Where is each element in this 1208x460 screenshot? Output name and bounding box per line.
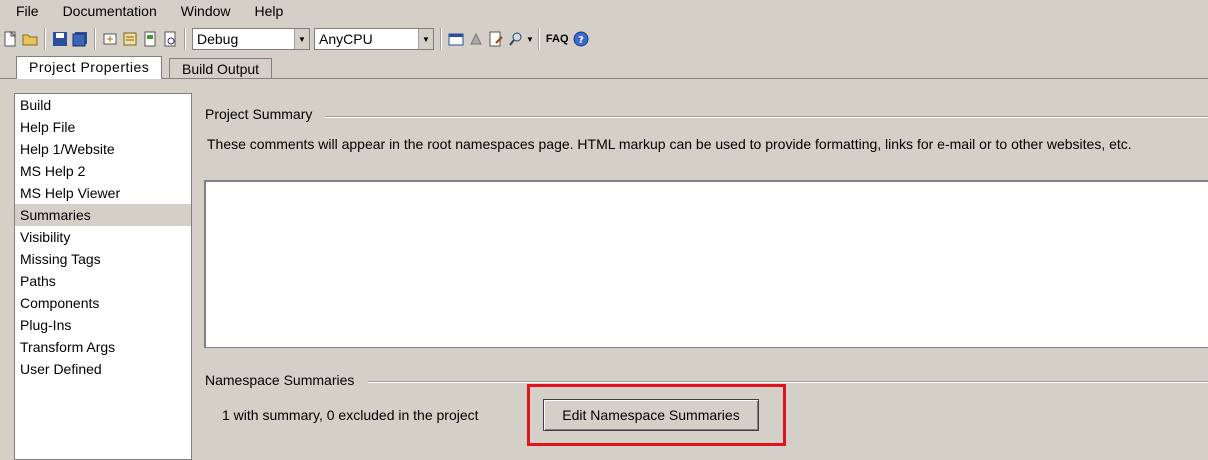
nav-item-summaries[interactable]: Summaries bbox=[15, 204, 191, 226]
edit-document-icon[interactable] bbox=[487, 30, 505, 48]
tab-project-properties[interactable]: Project Properties bbox=[16, 56, 163, 79]
view-help-icon[interactable] bbox=[161, 30, 179, 48]
nav-item-build[interactable]: Build bbox=[15, 94, 191, 116]
project-summary-textarea[interactable] bbox=[204, 180, 1208, 348]
menu-documentation[interactable]: Documentation bbox=[47, 0, 165, 23]
nav-item-plug-ins[interactable]: Plug-Ins bbox=[15, 314, 191, 336]
namespace-count-text: 1 with summary, 0 excluded in the projec… bbox=[222, 407, 479, 423]
faq-button[interactable]: FAQ bbox=[546, 33, 569, 45]
toolbar-separator bbox=[44, 28, 46, 50]
platform-value: AnyCPU bbox=[319, 31, 373, 47]
nav-item-visibility[interactable]: Visibility bbox=[15, 226, 191, 248]
toolbar-separator bbox=[184, 28, 186, 50]
highlight-box bbox=[527, 384, 786, 446]
toolbar-separator bbox=[537, 28, 540, 50]
menu-file[interactable]: File bbox=[0, 0, 47, 23]
menu-window[interactable]: Window bbox=[165, 0, 239, 23]
namespace-summaries-title: Namespace Summaries bbox=[205, 372, 355, 388]
chevron-down-icon: ▼ bbox=[418, 29, 433, 49]
property-page-list: Build Help File Help 1/Website MS Help 2… bbox=[14, 93, 192, 460]
configuration-value: Debug bbox=[197, 31, 239, 47]
nav-item-transform-args[interactable]: Transform Args bbox=[15, 336, 191, 358]
tab-build-output[interactable]: Build Output bbox=[169, 58, 273, 78]
nav-item-paths[interactable]: Paths bbox=[15, 270, 191, 292]
clean-icon[interactable] bbox=[467, 30, 485, 48]
document-icon[interactable] bbox=[141, 30, 159, 48]
search-icon[interactable] bbox=[507, 30, 525, 48]
properties-icon[interactable] bbox=[121, 30, 139, 48]
toolbar: Debug ▼ AnyCPU ▼ ▼ FAQ ? bbox=[0, 24, 1208, 54]
calendar-icon[interactable] bbox=[447, 30, 465, 48]
nav-item-user-defined[interactable]: User Defined bbox=[15, 358, 191, 380]
project-summary-title: Project Summary bbox=[205, 106, 313, 122]
nav-item-missing-tags[interactable]: Missing Tags bbox=[15, 248, 191, 270]
group-divider bbox=[325, 116, 1208, 118]
chevron-down-icon[interactable]: ▼ bbox=[526, 35, 534, 44]
document-tabs: Project Properties Build Output bbox=[0, 56, 1208, 79]
toolbar-separator bbox=[94, 28, 96, 50]
nav-item-help1-website[interactable]: Help 1/Website bbox=[15, 138, 191, 160]
configuration-select[interactable]: Debug ▼ bbox=[192, 28, 310, 50]
help-icon[interactable]: ? bbox=[572, 30, 590, 48]
nav-item-components[interactable]: Components bbox=[15, 292, 191, 314]
save-all-icon[interactable] bbox=[71, 30, 89, 48]
new-file-icon[interactable] bbox=[1, 30, 19, 48]
open-folder-icon[interactable] bbox=[21, 30, 39, 48]
group-divider bbox=[368, 381, 1208, 383]
nav-item-ms-help-viewer[interactable]: MS Help Viewer bbox=[15, 182, 191, 204]
summary-description: These comments will appear in the root n… bbox=[207, 136, 1132, 152]
svg-text:?: ? bbox=[578, 35, 584, 46]
nav-item-ms-help2[interactable]: MS Help 2 bbox=[15, 160, 191, 182]
menubar: File Documentation Window Help bbox=[0, 0, 1208, 23]
platform-select[interactable]: AnyCPU ▼ bbox=[314, 28, 434, 50]
build-icon[interactable] bbox=[101, 30, 119, 48]
nav-item-help-file[interactable]: Help File bbox=[15, 116, 191, 138]
chevron-down-icon: ▼ bbox=[294, 29, 309, 49]
toolbar-separator bbox=[440, 28, 442, 50]
menu-help[interactable]: Help bbox=[239, 0, 292, 23]
save-icon[interactable] bbox=[51, 30, 69, 48]
